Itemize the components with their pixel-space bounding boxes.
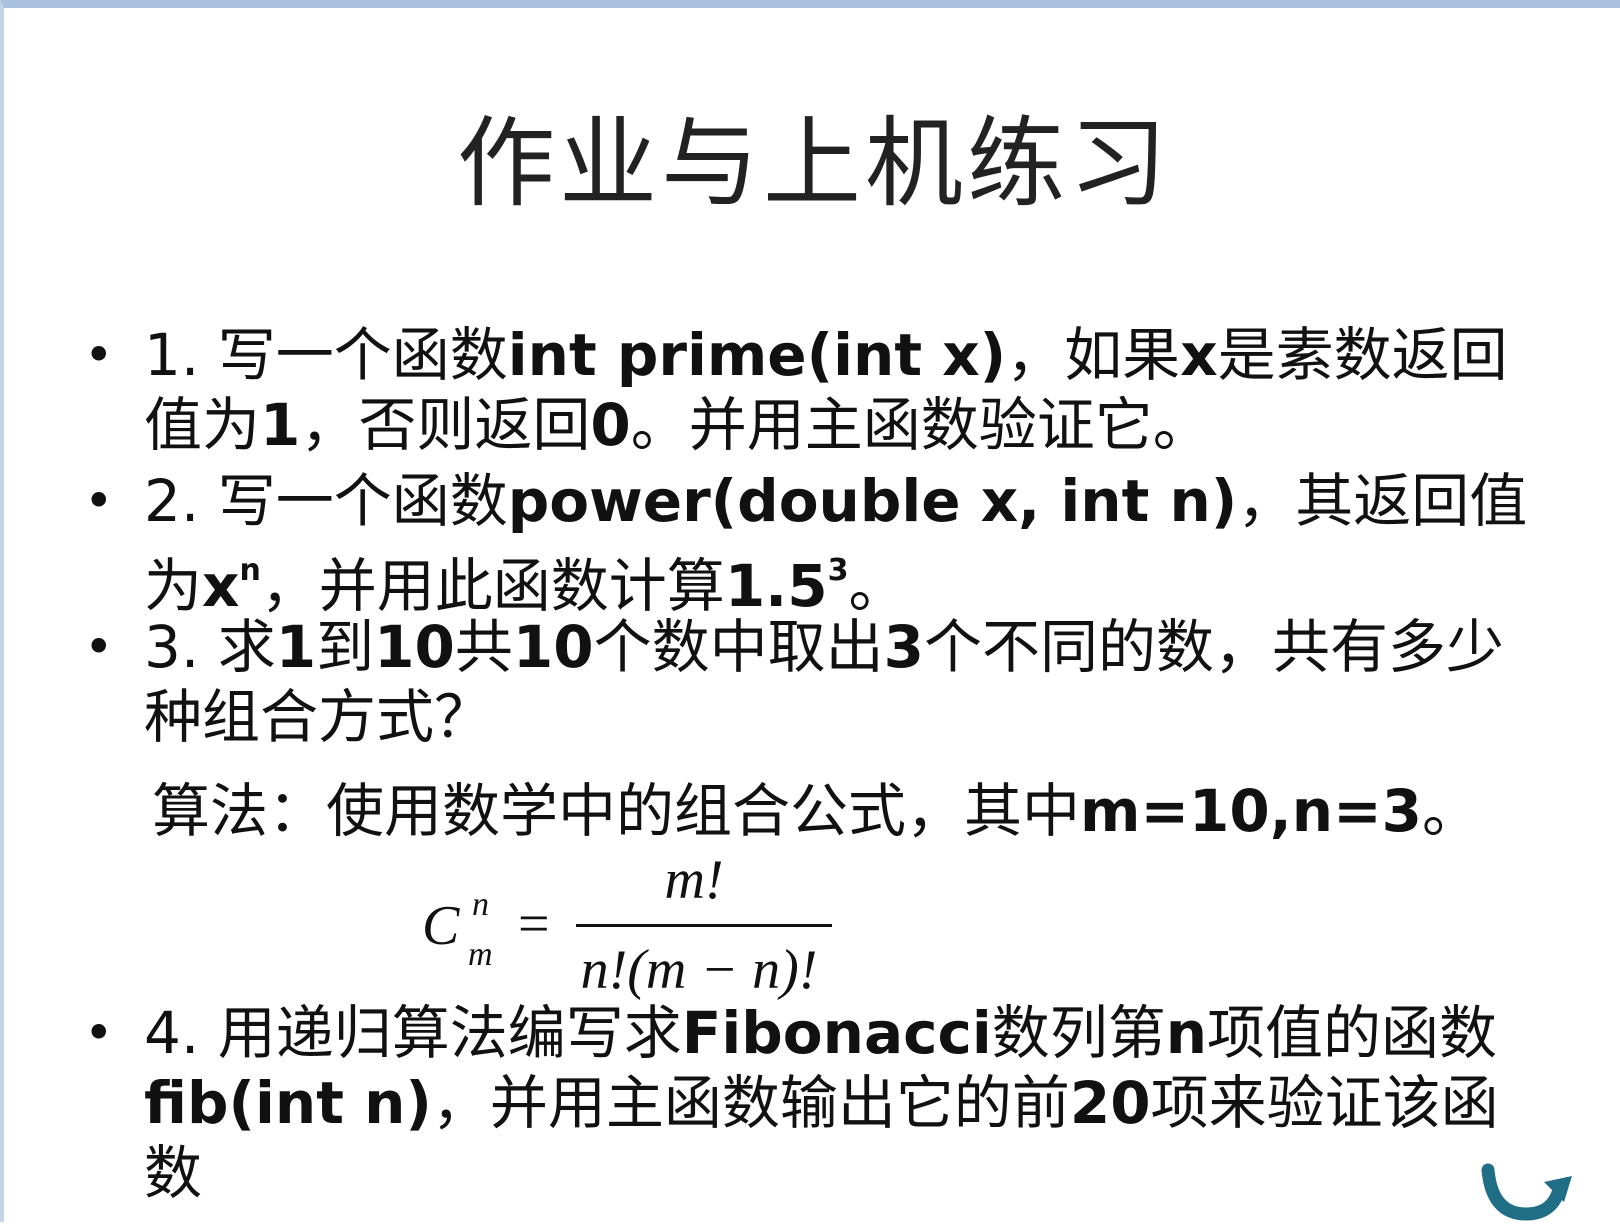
- bullet-2: •: [84, 472, 114, 530]
- bullet-4: •: [84, 1004, 114, 1062]
- bullet-1: •: [84, 326, 114, 384]
- formula-c: C: [422, 895, 460, 957]
- list-item-1: • 1. 写一个函数int prime(int x)，如果x是素数返回值为1，否…: [84, 321, 1508, 459]
- formula-equals: =: [518, 893, 550, 955]
- slide-frame: 作业与上机练习 • 1. 写一个函数int prime(int x)，如果x是素…: [0, 0, 1620, 1222]
- return-arrow-icon[interactable]: [1474, 1156, 1574, 1226]
- bullet-3: •: [84, 618, 114, 676]
- list-item-2: • 2. 写一个函数power(double x, int n)，其返回值为xn…: [84, 467, 1528, 620]
- list-item-3: • 3. 求1到10共10个数中取出3个不同的数，共有多少种组合方式？: [84, 613, 1504, 751]
- combination-formula: C n m = m! n!(m − n)!: [414, 849, 854, 1006]
- slide-title: 作业与上机练习: [456, 107, 1171, 221]
- formula-sub-m: m: [468, 936, 493, 973]
- formula-sup-n: n: [472, 886, 489, 923]
- fraction-bar: [576, 924, 832, 927]
- formula-denominator: n!(m − n)!: [580, 939, 818, 1001]
- list-item-4: • 4. 用递归算法编写求Fibonacci数列第n项值的函数fib(int n…: [84, 999, 1499, 1207]
- formula-numerator: m!: [664, 849, 724, 911]
- algorithm-note: 算法：使用数学中的组合公式，其中m=10,n=3。: [152, 777, 1481, 845]
